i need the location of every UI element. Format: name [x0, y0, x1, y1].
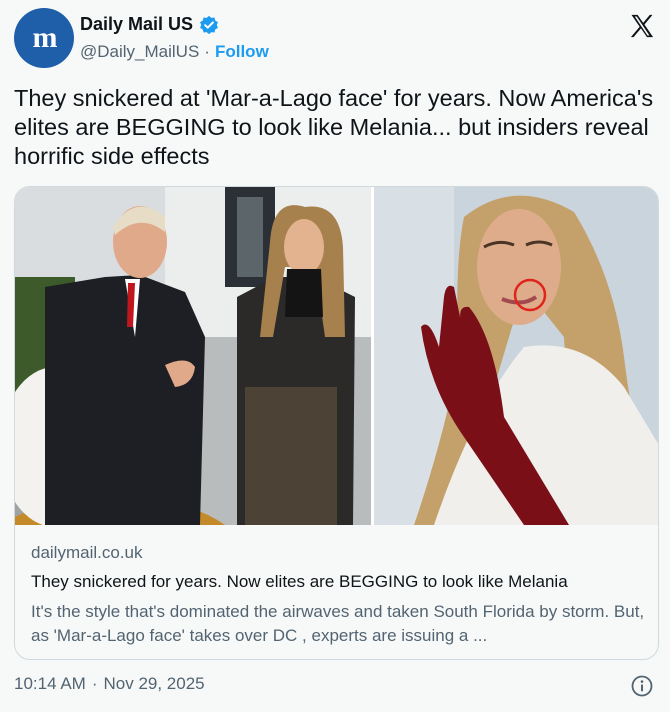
card-info: dailymail.co.uk They snickered for years…: [31, 543, 646, 648]
verified-badge-icon: [200, 15, 218, 34]
tweet-footer: 10:14 AM · Nov 29, 2025: [14, 674, 656, 700]
card-media[interactable]: [15, 187, 658, 525]
x-logo-icon[interactable]: [628, 12, 656, 40]
card-photo-left: [15, 187, 371, 525]
tweet-date: Nov 29, 2025: [103, 674, 205, 693]
card-domain[interactable]: dailymail.co.uk: [31, 543, 646, 563]
avatar-logo: m: [32, 21, 58, 54]
handle-separator: ·: [204, 42, 210, 61]
info-icon[interactable]: [630, 674, 654, 698]
tweet-time: 10:14 AM: [14, 674, 86, 693]
timestamp-separator: ·: [91, 674, 98, 693]
tweet-header: m Daily Mail US @Daily_MailUS · Follow: [14, 8, 656, 68]
tweet-text: They snickered at 'Mar-a-Lago face' for …: [14, 85, 654, 169]
card-title[interactable]: They snickered for years. Now elites are…: [31, 572, 646, 592]
timestamp[interactable]: 10:14 AM · Nov 29, 2025: [14, 674, 656, 694]
link-card[interactable]: dailymail.co.uk They snickered for years…: [14, 186, 659, 660]
name-row: Daily Mail US: [80, 14, 219, 35]
display-name[interactable]: Daily Mail US: [80, 14, 193, 35]
avatar[interactable]: m: [14, 8, 74, 68]
card-photo-right: [374, 187, 658, 525]
handle-row: @Daily_MailUS · Follow: [80, 42, 269, 62]
account-handle[interactable]: @Daily_MailUS: [80, 42, 199, 62]
follow-button[interactable]: Follow: [215, 42, 269, 62]
card-description: It's the style that's dominated the airw…: [31, 602, 645, 645]
